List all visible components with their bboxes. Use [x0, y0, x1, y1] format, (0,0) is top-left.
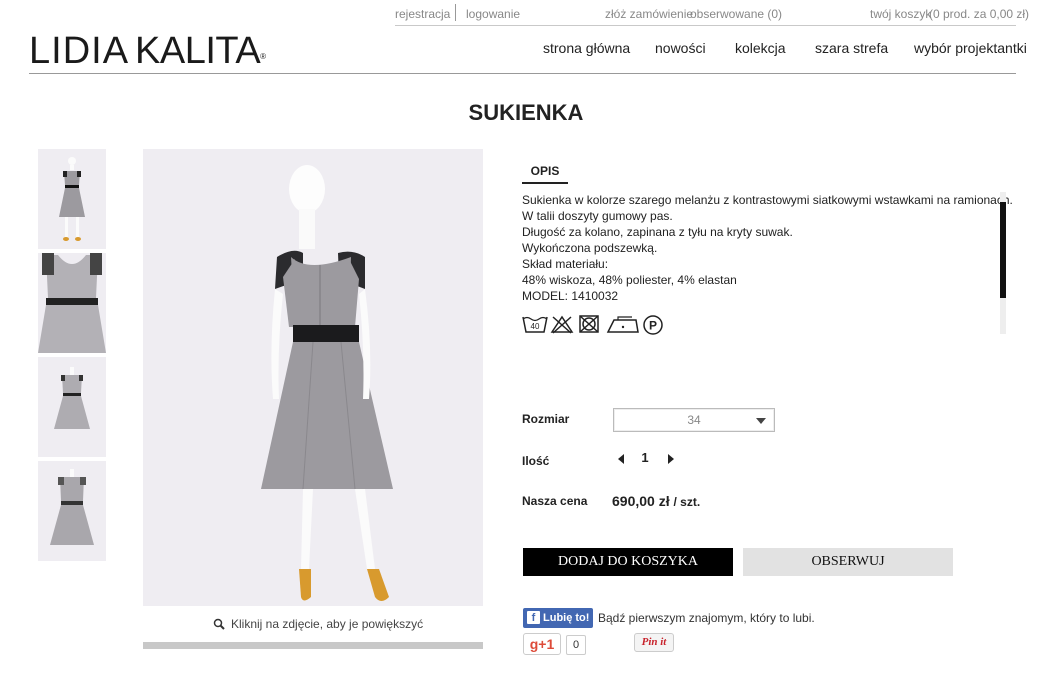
- quantity-increase-icon[interactable]: [668, 454, 674, 464]
- add-to-cart-button[interactable]: DODAJ DO KOSZYKA: [523, 548, 733, 576]
- description-scroll-thumb[interactable]: [1000, 202, 1006, 298]
- google-plus-button[interactable]: g+1: [523, 633, 561, 655]
- thumbnail-2[interactable]: [38, 253, 106, 353]
- utility-bar: rejestracja logowanie złóż zamówienie ob…: [395, 4, 1029, 26]
- magnifier-icon: [213, 618, 225, 630]
- svg-text:P: P: [649, 319, 657, 333]
- no-tumble-dry-icon: [579, 315, 599, 333]
- facebook-icon: f: [527, 611, 540, 624]
- quantity-value[interactable]: 1: [636, 450, 654, 465]
- description-line: 48% wiskoza, 48% poliester, 4% elastan: [522, 273, 737, 287]
- description-line: Sukienka w kolorze szarego melanżu z kon…: [522, 193, 1013, 207]
- svg-text:40: 40: [531, 322, 540, 331]
- price-unit: / szt.: [673, 495, 701, 509]
- chevron-down-icon: [756, 418, 766, 424]
- thumbnail-4[interactable]: [38, 461, 106, 561]
- brand-logo[interactable]: LIDIA KALITA®: [29, 28, 266, 74]
- description-line: MODEL: 1410032: [522, 289, 619, 303]
- zoom-hint[interactable]: Kliknij na zdjęcie, aby je powiększyć: [213, 617, 423, 631]
- zoom-hint-text: Kliknij na zdjęcie, aby je powiększyć: [231, 617, 424, 631]
- facebook-like-button[interactable]: f Lubię to!: [523, 608, 593, 628]
- thumbnail-3[interactable]: [38, 357, 106, 457]
- nav-home[interactable]: strona główna: [543, 40, 630, 56]
- description-line: W talii doszyty gumowy pas.: [522, 209, 673, 223]
- nav-collection[interactable]: kolekcja: [735, 40, 786, 56]
- wash-40-icon: 40: [522, 316, 548, 333]
- watch-button[interactable]: OBSERWUJ: [743, 548, 953, 576]
- header-divider: [29, 73, 1016, 74]
- quantity-label: Ilość: [522, 454, 550, 468]
- size-label: Rozmiar: [522, 412, 570, 426]
- login-link[interactable]: logowanie: [466, 7, 520, 21]
- quantity-decrease-icon[interactable]: [618, 454, 624, 464]
- logo-first-name: LIDIA: [29, 30, 130, 72]
- place-order-link[interactable]: złóż zamówienie: [605, 7, 693, 21]
- google-plus-count: 0: [566, 635, 586, 655]
- facebook-like-label: Lubię to!: [543, 612, 590, 624]
- nav-grey-zone[interactable]: szara strefa: [815, 40, 888, 56]
- main-nav: strona główna nowości kolekcja szara str…: [543, 40, 1027, 60]
- facebook-like-text: Bądź pierwszym znajomym, który to lubi.: [598, 611, 815, 625]
- price-label: Nasza cena: [522, 494, 588, 508]
- watched-link[interactable]: obserwowane (0): [690, 7, 782, 21]
- product-main-image[interactable]: [143, 149, 483, 606]
- size-value: 34: [687, 413, 701, 427]
- nav-designer-choice[interactable]: wybór projektantki: [914, 40, 1027, 56]
- description-line: Długość za kolano, zapinana z tyłu na kr…: [522, 225, 793, 239]
- description-line: Wykończona podszewką.: [522, 241, 658, 255]
- price-value: 690,00 zł: [612, 493, 670, 509]
- logo-last-name: KALITA: [135, 30, 261, 72]
- registered-mark: ®: [260, 52, 266, 61]
- utility-divider: [455, 4, 456, 21]
- iron-low-icon: [606, 316, 639, 333]
- thumbnail-1[interactable]: [38, 149, 106, 249]
- tab-description[interactable]: OPIS: [522, 160, 568, 184]
- cart-link[interactable]: twój koszyk: [870, 7, 931, 21]
- nav-new[interactable]: nowości: [655, 40, 706, 56]
- price: 690,00 zł / szt.: [612, 493, 700, 509]
- image-scrollbar[interactable]: [143, 642, 483, 649]
- register-link[interactable]: rejestracja: [395, 7, 450, 21]
- size-select[interactable]: 34: [613, 408, 775, 432]
- product-description: Sukienka w kolorze szarego melanżu z kon…: [522, 192, 1013, 304]
- no-bleach-icon: [550, 315, 574, 334]
- pinterest-button[interactable]: Pin it: [634, 633, 674, 652]
- cart-summary[interactable]: (0 prod. za 0,00 zł): [929, 7, 1029, 21]
- page-title: SUKIENKA: [468, 100, 584, 125]
- dry-clean-p-icon: P: [643, 315, 663, 335]
- description-line: Skład materiału:: [522, 257, 609, 271]
